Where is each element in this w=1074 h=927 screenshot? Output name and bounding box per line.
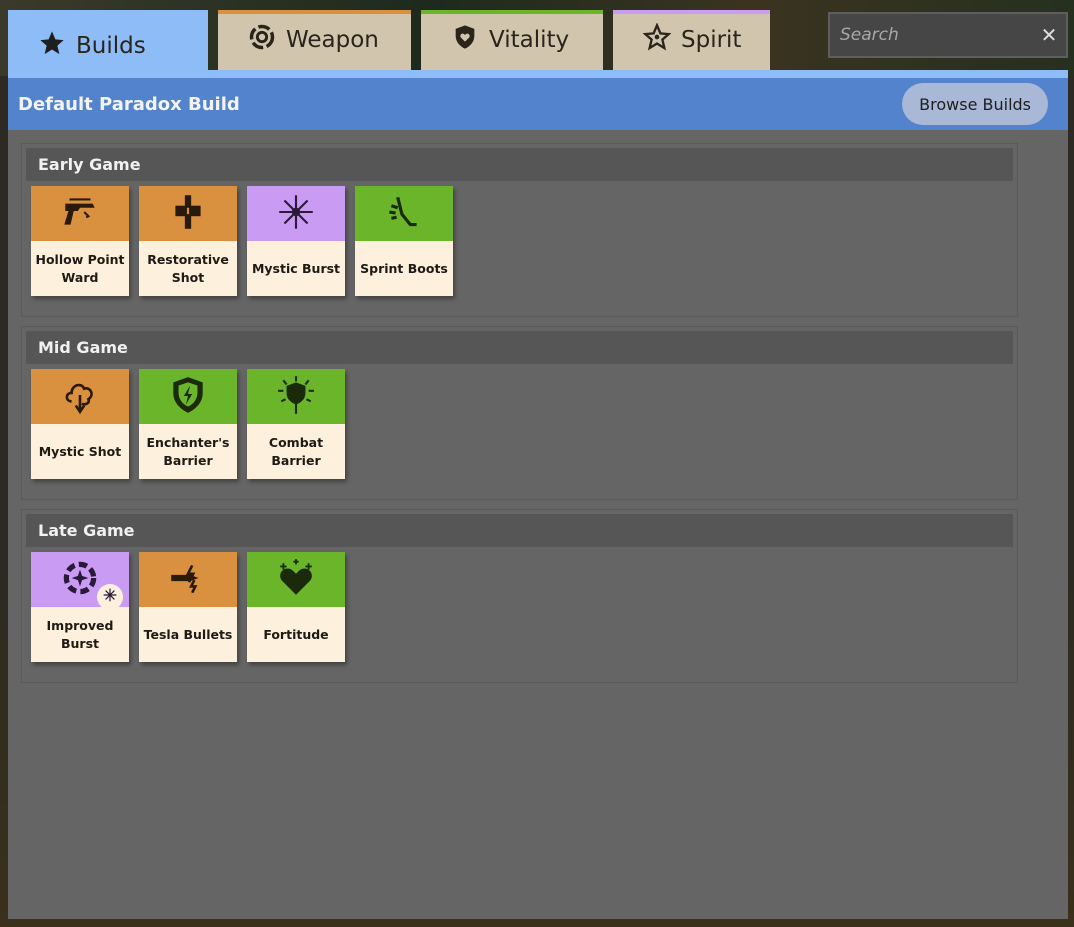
item-name: Restorative Shot: [147, 251, 229, 285]
tab-builds[interactable]: Builds: [8, 10, 208, 76]
tab-vitality[interactable]: Vitality: [421, 10, 603, 70]
section-title: Mid Game: [26, 331, 1013, 364]
item-icon-area: [247, 186, 345, 241]
tab-label: Weapon: [286, 27, 379, 53]
tab-accent-bar: [421, 10, 603, 14]
item-icon-area: [247, 369, 345, 424]
spirit-star-icon: [642, 22, 672, 57]
item-icon-area: [139, 552, 237, 607]
tab-spirit[interactable]: Spirit: [613, 10, 770, 70]
item-card[interactable]: Mystic Burst: [247, 186, 345, 296]
item-card[interactable]: Enchanter's Barrier: [139, 369, 237, 479]
upgrade-badge: [97, 584, 123, 610]
build-header: Default Paradox Build Browse Builds: [8, 78, 1068, 130]
tab-label: Vitality: [489, 27, 570, 53]
search-input[interactable]: [830, 24, 1032, 46]
item-card[interactable]: Mystic Shot: [31, 369, 129, 479]
section-mid-game: Mid Game Mystic Shot Enchanter's Barrier: [21, 326, 1018, 500]
item-card[interactable]: Restorative Shot: [139, 186, 237, 296]
combat-barrier-icon: [275, 374, 317, 420]
item-card[interactable]: Improved Burst: [31, 552, 129, 662]
lightning-shield-icon: [167, 374, 209, 420]
section-title: Early Game: [26, 148, 1013, 181]
item-name: Hollow Point Ward: [35, 251, 125, 285]
search-box: ✕: [828, 12, 1068, 58]
tab-label: Builds: [76, 33, 146, 59]
item-card[interactable]: Tesla Bullets: [139, 552, 237, 662]
mystic-shot-icon: [59, 374, 101, 420]
improved-burst-icon: [59, 557, 101, 603]
item-name: Enchanter's Barrier: [146, 434, 230, 468]
item-icon-area: [139, 186, 237, 241]
tab-underline: [8, 70, 1068, 78]
item-name: Tesla Bullets: [143, 626, 233, 642]
build-title: Default Paradox Build: [18, 93, 240, 115]
close-icon[interactable]: ✕: [1032, 23, 1066, 47]
item-name: Mystic Burst: [251, 260, 341, 276]
weapon-ring-icon: [248, 23, 276, 57]
heart-icon: [275, 557, 317, 603]
item-icon-area: [31, 186, 129, 241]
tab-accent-bar: [218, 10, 411, 14]
item-name: Combat Barrier: [268, 434, 324, 468]
item-name: Sprint Boots: [360, 260, 448, 276]
burst-icon: [102, 587, 118, 607]
item-icon-area: [355, 186, 453, 241]
item-icon-area: [139, 369, 237, 424]
tab-accent-bar: [613, 10, 770, 14]
item-name: Fortitude: [263, 626, 329, 642]
item-icon-area: [31, 369, 129, 424]
item-card[interactable]: Sprint Boots: [355, 186, 453, 296]
tab-label: Spirit: [681, 27, 742, 53]
item-icon-area: [247, 552, 345, 607]
section-title: Late Game: [26, 514, 1013, 547]
section-late-game: Late Game Improved Burst Tesla Bullets F…: [21, 509, 1018, 683]
burst-icon: [275, 191, 317, 237]
item-name: Mystic Shot: [38, 443, 122, 459]
build-panel: Early Game Hollow Point Ward Restorative…: [8, 130, 1068, 919]
star-icon: [38, 29, 66, 63]
item-card[interactable]: Hollow Point Ward: [31, 186, 129, 296]
tesla-bullet-icon: [167, 557, 209, 603]
pistol-icon: [59, 191, 101, 237]
item-card[interactable]: Combat Barrier: [247, 369, 345, 479]
tab-weapon[interactable]: Weapon: [218, 10, 411, 70]
item-name: Improved Burst: [46, 617, 114, 651]
section-early-game: Early Game Hollow Point Ward Restorative…: [21, 143, 1018, 317]
restorative-shot-icon: [167, 191, 209, 237]
boots-icon: [383, 191, 425, 237]
item-card[interactable]: Fortitude: [247, 552, 345, 662]
shield-heart-icon: [451, 23, 479, 57]
browse-builds-button[interactable]: Browse Builds: [902, 83, 1048, 125]
